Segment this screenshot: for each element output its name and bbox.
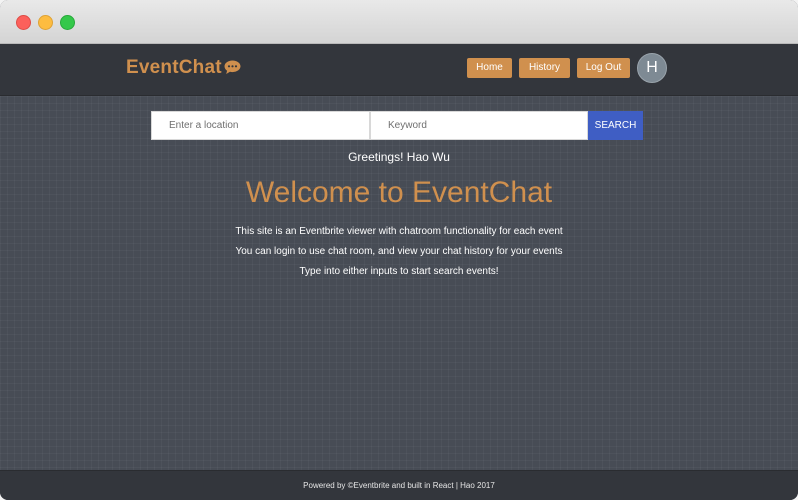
maximize-window-button[interactable] — [60, 15, 75, 30]
location-input[interactable] — [151, 111, 370, 140]
avatar[interactable]: H — [637, 53, 667, 83]
home-button[interactable]: Home — [467, 58, 512, 78]
keyword-input[interactable] — [370, 111, 588, 140]
page-title: Welcome to EventChat — [245, 176, 553, 209]
brand-name: EventChat — [126, 57, 222, 78]
brand-logo[interactable]: EventChat — [126, 57, 242, 82]
description-line: This site is an Eventbrite viewer with c… — [235, 226, 563, 237]
navbar: EventChat Home History Log Out H — [0, 44, 798, 96]
logout-button[interactable]: Log Out — [577, 58, 630, 78]
window-titlebar — [0, 0, 798, 44]
description-line: You can login to use chat room, and view… — [235, 246, 563, 257]
footer: Powered by ©Eventbrite and built in Reac… — [0, 470, 798, 500]
search-bar: SEARCH — [151, 111, 643, 140]
close-window-button[interactable] — [16, 15, 31, 30]
search-button[interactable]: SEARCH — [588, 111, 643, 140]
browser-window: EventChat Home History Log Out H SEARCH … — [0, 0, 798, 500]
minimize-window-button[interactable] — [38, 15, 53, 30]
main-content: SEARCH Greetings! Hao Wu Welcome to Even… — [0, 96, 798, 470]
history-button[interactable]: History — [519, 58, 570, 78]
description-line: Type into either inputs to start search … — [299, 266, 499, 277]
chat-bubble-icon — [223, 59, 242, 82]
greeting-text: Greetings! Hao Wu — [348, 150, 450, 164]
